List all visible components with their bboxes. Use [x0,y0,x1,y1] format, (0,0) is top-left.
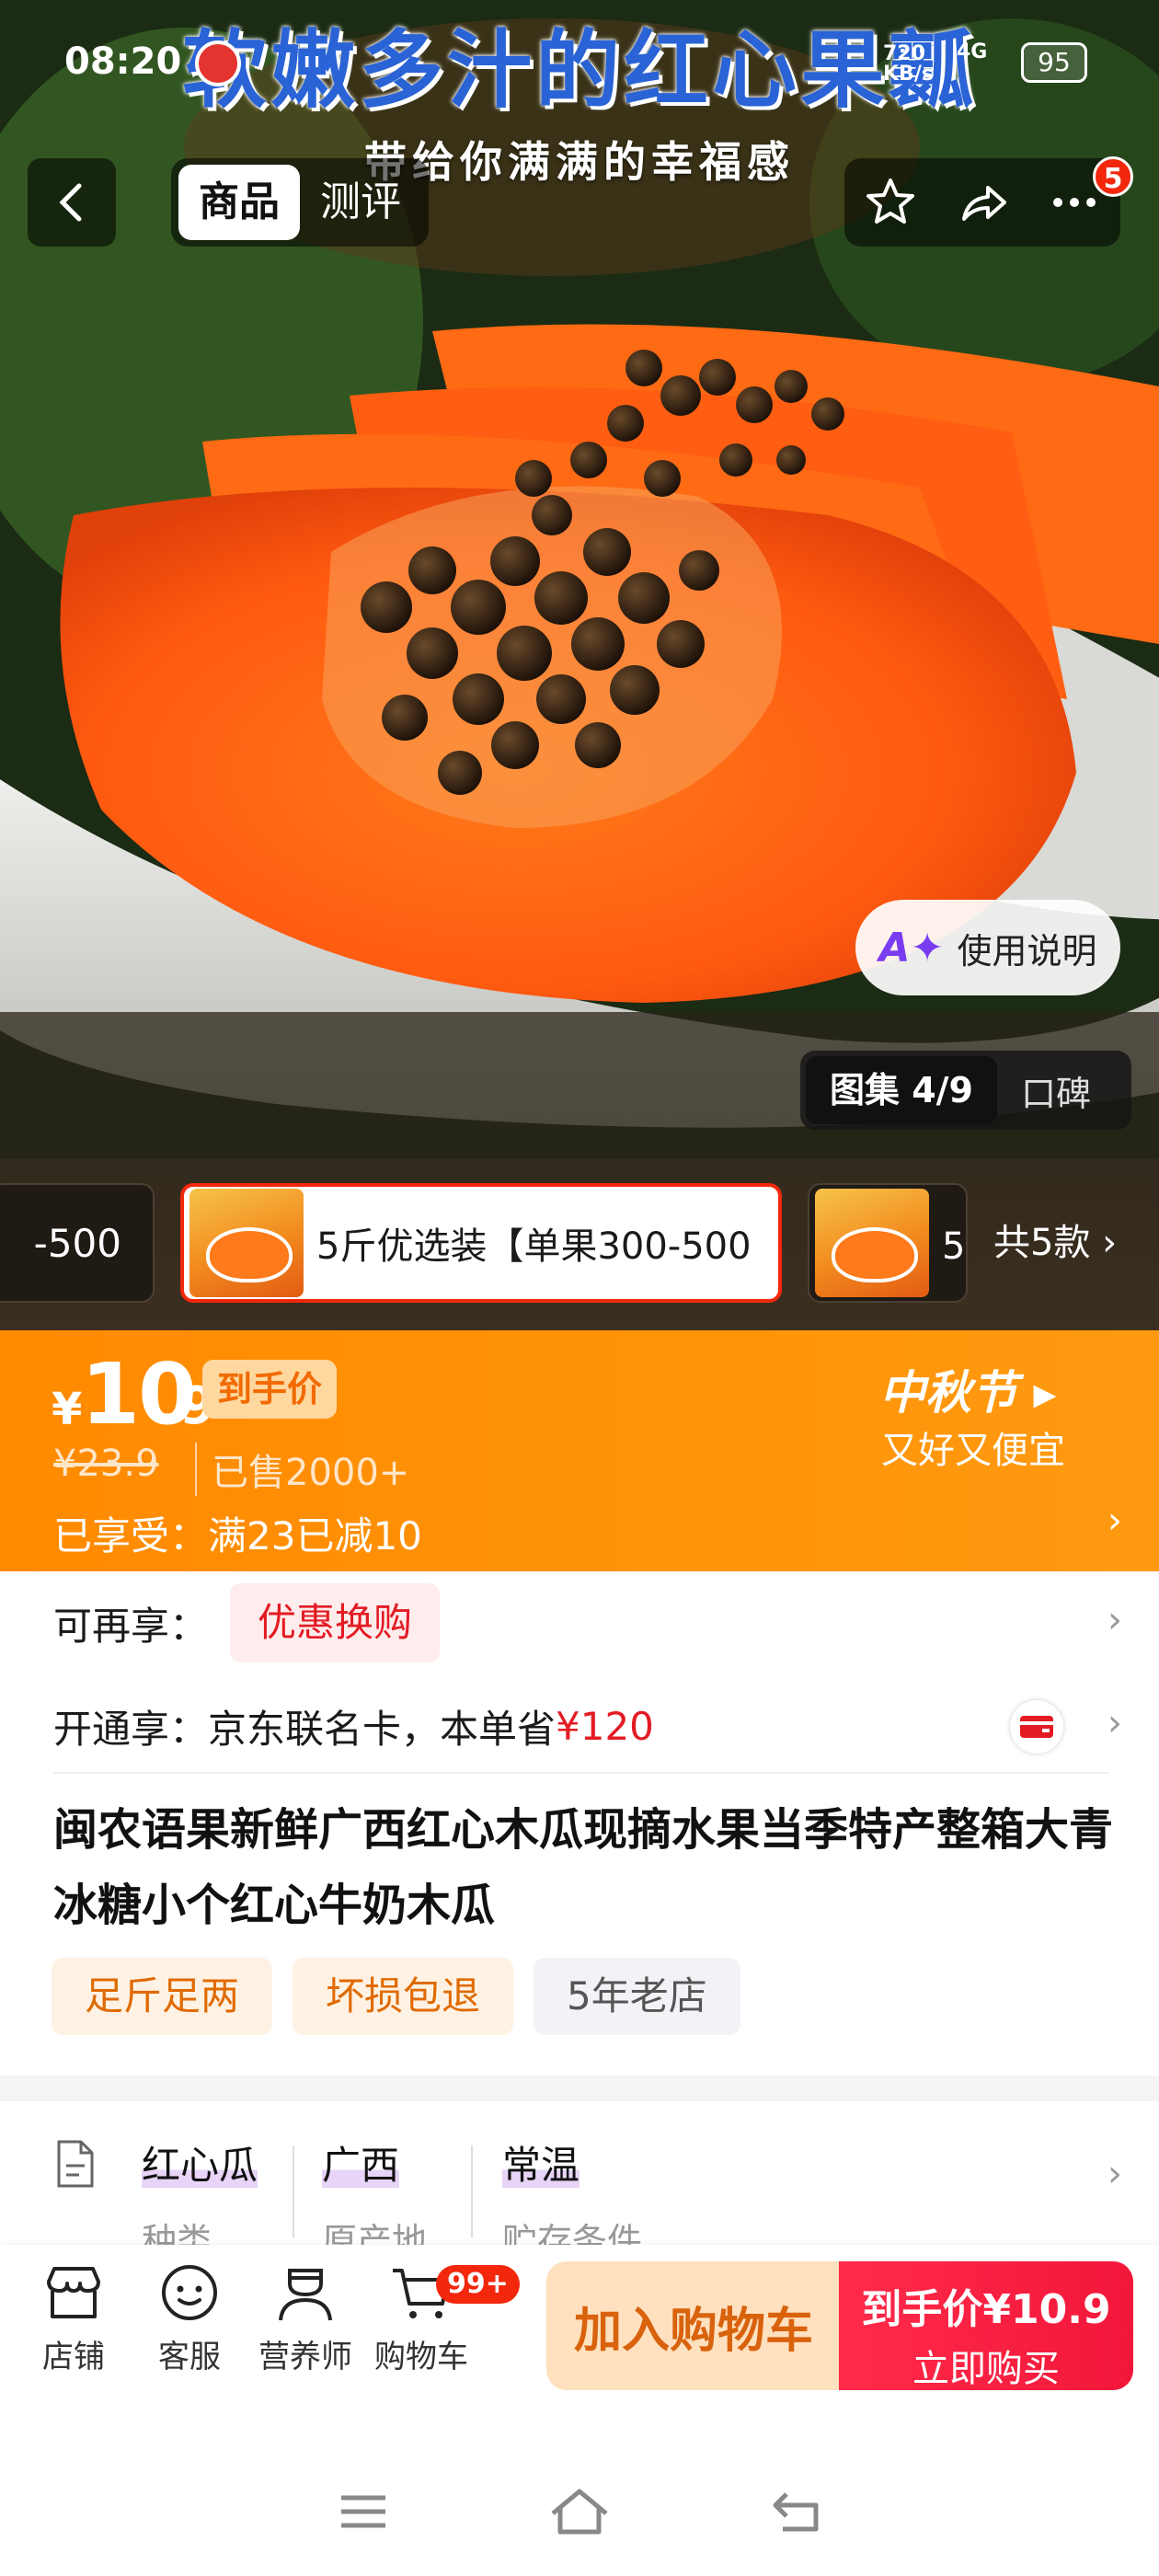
gallery-switch: 图集 4/9 口碑 [800,1051,1131,1130]
chevron-right-icon: › [1107,1702,1122,1744]
system-navigation-bar [0,2447,1159,2576]
service-chips: 足斤足两 坏损包退 5年老店 [52,1958,740,2035]
exchange-offer-tag[interactable]: 优惠换购 [230,1583,441,1662]
status-time: 08:20 [64,40,182,83]
variant-option[interactable]: 5斤 [808,1183,968,1303]
spec-value: 红心瓜 [142,2143,258,2188]
service-chip[interactable]: 足斤足两 [52,1958,273,2035]
chevron-left-icon [59,183,82,222]
buy-now-button[interactable]: 到手价¥10.9 立即购买 [839,2261,1133,2390]
price-currency: ¥ [52,1384,83,1435]
spec-item: 红心瓜 种类 [142,2134,258,2263]
buy-now-label: 立即购买 [912,2348,1060,2390]
top-actions [844,158,1120,247]
variant-thumbnail [189,1189,304,1297]
divider [471,2145,473,2237]
sold-count: 已售2000+ [195,1443,409,1496]
share-icon[interactable] [955,175,1010,230]
tab-review[interactable]: 测评 [300,165,421,240]
chevron-right-icon: › [1107,2153,1122,2195]
cart-label: 购物车 [374,2339,468,2375]
product-title: 闽农语果新鲜广西红心木瓜现摘水果当季特产整箱大青冰糖小个红心牛奶木瓜 [53,1804,1114,1931]
nutritionist-label: 营养师 [258,2339,352,2375]
chevron-right-icon: › [1107,1599,1122,1641]
back-nav-icon[interactable] [768,2489,823,2535]
variant-count-label: 共5款 [993,1222,1091,1264]
document-icon [57,2140,94,2188]
service-chip[interactable]: 5年老店 [534,1958,740,2035]
price-banner[interactable]: ¥ 10 .9 到手价 ¥23.9 已售2000+ 中秋节 ▸ 又好又便宜 已享… [0,1330,1159,1571]
divider [53,1772,1109,1774]
buy-price-label: 到手价¥10.9 [861,2286,1111,2333]
gallery-tab[interactable]: 图集 4/9 [806,1056,997,1124]
chevron-right-icon: › [1102,1222,1118,1264]
spec-item: 广西 原产地 [322,2134,427,2263]
spec-summary[interactable]: 红心瓜 种类 广西 原产地 常温 贮存条件 › [0,2101,1159,2261]
app-notification-icon [195,40,241,86]
card-offer-label: 开通享：京东联名卡，本单省 [53,1706,557,1752]
spec-value: 常温 [502,2143,580,2188]
cart-badge: 99+ [436,2265,520,2304]
festival-subtitle: 又好又便宜 [881,1430,1065,1472]
card-offer-row[interactable]: 开通享：京东联名卡，本单省 ¥120 › [0,1674,1159,1777]
nutritionist-icon [279,2269,332,2321]
back-button[interactable] [28,158,116,247]
tab-product[interactable]: 商品 [178,165,300,240]
shop-label: 店铺 [42,2339,105,2375]
menu-icon[interactable] [336,2489,391,2535]
shop-icon [47,2267,100,2318]
favorite-star-icon[interactable] [863,175,918,230]
ai-sparkle-icon: A✦ [878,924,945,972]
ai-guide-label: 使用说明 [957,930,1097,972]
card-offer-amount: ¥120 [556,1703,654,1749]
product-hero-image[interactable]: 软嫩多汁的红心果瓤 带给你满满的幸福感 08:20 720 KB/s 4G 95… [0,0,1159,1159]
shop-button[interactable]: 店铺 [18,2263,129,2376]
top-tabs: 商品 测评 [171,158,429,247]
spec-value: 广西 [322,2143,400,2188]
variant-strip: -500 5斤优选装【单果300-500 5斤 共5款 › [0,1159,1159,1330]
extra-offer-row[interactable]: 可再享： 优惠换购 › [0,1571,1159,1674]
battery-icon: 95 [1021,42,1087,83]
original-price: ¥23.9 [53,1443,159,1485]
service-chip[interactable]: 坏损包退 [293,1958,514,2035]
applied-promo: 已享受：满23已减10 [53,1513,422,1558]
variant-option[interactable]: -500 [0,1183,155,1303]
variant-label: 5斤优选装【单果300-500 [316,1225,752,1268]
extra-offer-label: 可再享： [53,1603,209,1649]
section-separator [0,2076,1159,2101]
variant-thumbnail [815,1189,929,1297]
message-badge: 5 [1093,156,1133,197]
reviews-tab[interactable]: 口碑 [997,1065,1091,1116]
network-speed: 720 KB/s [883,42,934,86]
status-bar: 08:20 720 KB/s 4G 95 [0,0,1159,120]
signal-icon: 4G [957,40,988,63]
variant-label: -500 [33,1220,121,1266]
chevron-right-icon: › [1107,1500,1122,1542]
add-to-cart-button[interactable]: 加入购物车 [546,2261,841,2390]
variant-count-link[interactable]: 共5款 › [993,1213,1117,1266]
variant-option-selected[interactable]: 5斤优选装【单果300-500 [180,1183,782,1303]
nutritionist-button[interactable]: 营养师 [250,2263,361,2376]
spec-item: 常温 贮存条件 [502,2134,642,2263]
customer-service-button[interactable]: 客服 [134,2263,245,2376]
divider [293,2145,294,2237]
ai-guide-button[interactable]: A✦ 使用说明 [855,900,1120,995]
customer-service-icon [162,2265,217,2320]
final-price-tag: 到手价 [202,1360,338,1419]
customer-service-label: 客服 [158,2339,221,2375]
bottom-action-bar: 店铺 客服 营养师 购物车 99+ 加入购物车 到手价¥10.9 立即购买 [0,2245,1159,2390]
home-icon[interactable] [547,2486,612,2537]
variant-label: 5斤 [942,1225,966,1268]
festival-title[interactable]: 中秋节 ▸ [879,1356,1057,1422]
card-icon [1010,1700,1063,1754]
